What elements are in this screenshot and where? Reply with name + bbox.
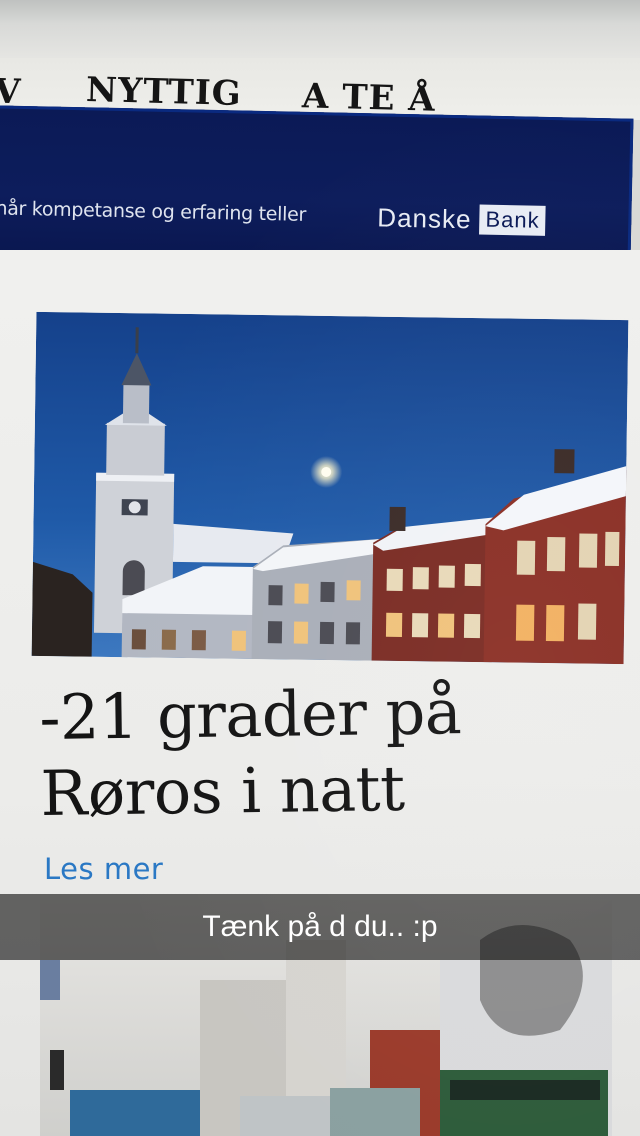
snap-caption-bar: Tænk på d du.. :p: [0, 894, 640, 960]
logo-word-danske: Danske: [377, 201, 472, 234]
article-headline[interactable]: -21 grader på Røros i natt: [39, 672, 621, 832]
headline-line-2: Røros i natt: [40, 751, 405, 831]
screen-top-edge: [0, 0, 640, 60]
roros-winter-town-image: [31, 311, 629, 665]
snap-caption-text: Tænk på d du.. :p: [202, 910, 438, 943]
read-more-link[interactable]: Les mer: [44, 852, 163, 886]
danske-bank-logo: Danske Bank: [377, 197, 546, 241]
logo-word-bank: Bank: [479, 204, 546, 236]
roros-church-photo[interactable]: [31, 311, 629, 665]
danske-bank-ad-banner[interactable]: når kompetanse og erfaring teller Danske…: [0, 105, 634, 267]
ad-tagline: når kompetanse og erfaring teller: [0, 197, 307, 226]
headline-line-1: -21 grader på: [38, 675, 462, 755]
